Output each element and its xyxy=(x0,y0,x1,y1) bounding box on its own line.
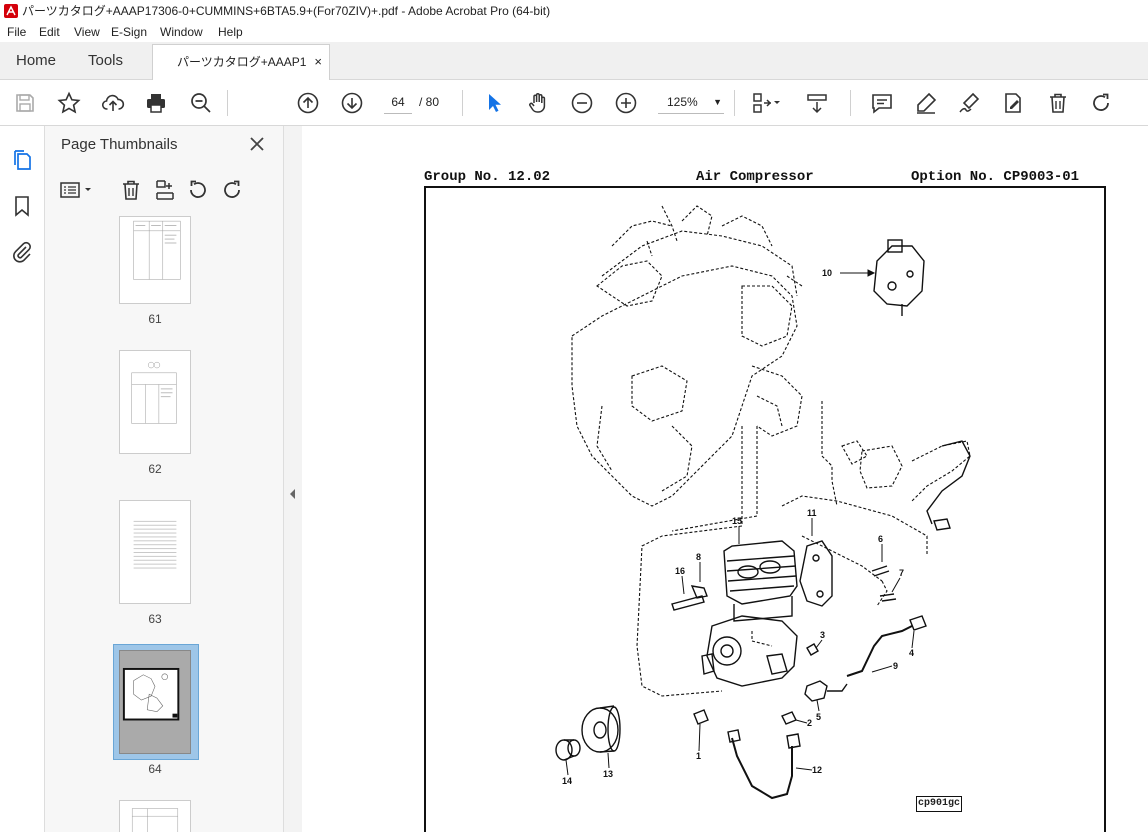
attachment-icon[interactable] xyxy=(10,240,34,264)
callout-3: 3 xyxy=(820,630,825,640)
callout-14: 14 xyxy=(562,776,572,786)
callout-12: 12 xyxy=(812,765,822,775)
callout-7: 7 xyxy=(899,568,904,578)
page-count: / 80 xyxy=(419,95,440,109)
window-title: パーツカタログ+AAAP17306-0+CUMMINS+6BTA5.9+(For… xyxy=(22,4,551,18)
thumbnail-page-62[interactable] xyxy=(119,350,191,454)
close-icon[interactable] xyxy=(249,136,265,152)
tab-home[interactable]: Home xyxy=(16,42,56,80)
menu-edit[interactable]: Edit xyxy=(39,22,60,42)
zoom-select[interactable]: 125% ▼ xyxy=(658,91,724,114)
acrobat-icon xyxy=(4,4,18,18)
zoom-value: 125% xyxy=(667,95,698,109)
page-down-icon[interactable] xyxy=(340,91,364,115)
thumbnail-list[interactable]: 61 62 63 64 xyxy=(45,216,263,832)
chevron-down-icon: ▼ xyxy=(713,97,722,107)
thumbnails-panel: Page Thumbnails 61 62 63 64 xyxy=(45,126,321,832)
callout-1: 1 xyxy=(696,751,701,761)
page-fit-icon[interactable] xyxy=(750,91,774,115)
callout-15: 15 xyxy=(732,516,742,526)
title-bar: パーツカタログ+AAAP17306-0+CUMMINS+6BTA5.9+(For… xyxy=(0,0,1148,22)
delete-page-icon[interactable] xyxy=(119,178,143,202)
chevron-left-icon xyxy=(290,489,295,499)
menu-file[interactable]: File xyxy=(7,22,26,42)
callout-8: 8 xyxy=(696,552,701,562)
callout-4: 4 xyxy=(909,648,914,658)
comment-icon[interactable] xyxy=(870,91,894,115)
rotate-icon[interactable] xyxy=(1089,91,1113,115)
thumbnail-page-65[interactable] xyxy=(119,800,191,832)
tab-close-icon[interactable]: × xyxy=(314,45,322,79)
rotate-right-icon[interactable] xyxy=(220,178,244,202)
figure-code: cp901gc xyxy=(916,796,962,812)
menu-esign[interactable]: E-Sign xyxy=(111,22,147,42)
callout-6: 6 xyxy=(878,534,883,544)
thumbnail-page-61[interactable] xyxy=(119,216,191,304)
save-icon[interactable] xyxy=(13,91,37,115)
thumbnail-label: 63 xyxy=(148,612,162,626)
callout-10: 10 xyxy=(822,268,832,278)
zoom-out-icon[interactable] xyxy=(570,91,594,115)
sign-icon[interactable] xyxy=(957,91,981,115)
callout-5: 5 xyxy=(816,712,821,722)
panel-collapse-handle[interactable] xyxy=(284,126,302,832)
zoom-search-icon[interactable] xyxy=(189,91,213,115)
upload-icon[interactable] xyxy=(101,91,125,115)
tab-tools[interactable]: Tools xyxy=(88,42,123,80)
callout-2: 2 xyxy=(807,718,812,728)
chevron-down-icon[interactable] xyxy=(772,91,782,115)
thumbnail-page-64[interactable] xyxy=(119,650,191,754)
delete-icon[interactable] xyxy=(1046,91,1070,115)
document-viewport[interactable]: Group No. 12.02 Air Compressor Option No… xyxy=(302,126,1148,832)
exploded-parts-drawing: 10 15 11 6 7 8 16 3 4 9 2 5 1 12 13 14 xyxy=(555,205,971,800)
callout-9: 9 xyxy=(893,661,898,671)
highlight-pen-icon[interactable] xyxy=(914,91,938,115)
pdf-page: Group No. 12.02 Air Compressor Option No… xyxy=(302,126,1148,832)
zoom-in-icon[interactable] xyxy=(614,91,638,115)
tab-document[interactable]: パーツカタログ+AAAP1... × xyxy=(152,44,330,80)
scroll-mode-icon[interactable] xyxy=(805,91,829,115)
panel-title: Page Thumbnails xyxy=(61,136,178,153)
main-toolbar: 64 / 80 125% ▼ xyxy=(0,80,1148,126)
rotate-left-icon[interactable] xyxy=(186,178,210,202)
menu-view[interactable]: View xyxy=(74,22,100,42)
star-icon[interactable] xyxy=(57,91,81,115)
tab-bar: Home Tools パーツカタログ+AAAP1... × xyxy=(0,42,1148,80)
menu-help[interactable]: Help xyxy=(218,22,243,42)
tab-document-label: パーツカタログ+AAAP1... xyxy=(177,55,307,69)
thumbnail-options-icon[interactable] xyxy=(59,178,95,202)
menu-bar: File Edit View E-Sign Window Help xyxy=(0,22,1148,42)
thumbnail-label: 62 xyxy=(148,462,162,476)
page-number-input[interactable]: 64 xyxy=(384,91,412,114)
callout-16: 16 xyxy=(675,566,685,576)
bookmark-icon[interactable] xyxy=(10,194,34,218)
callout-11: 11 xyxy=(807,508,817,518)
left-rail xyxy=(0,126,45,832)
hand-tool-icon[interactable] xyxy=(526,91,550,115)
print-icon[interactable] xyxy=(144,91,168,115)
insert-page-icon[interactable] xyxy=(153,178,177,202)
callout-13: 13 xyxy=(603,769,613,779)
panel-toolbar xyxy=(45,174,284,212)
thumbnail-label: 61 xyxy=(148,312,162,326)
thumbnail-label: 64 xyxy=(148,762,162,776)
pages-icon[interactable] xyxy=(10,148,34,172)
select-cursor-icon[interactable] xyxy=(482,91,506,115)
edit-pdf-icon[interactable] xyxy=(1001,91,1025,115)
page-up-icon[interactable] xyxy=(296,91,320,115)
thumbnail-page-63[interactable] xyxy=(119,500,191,604)
menu-window[interactable]: Window xyxy=(160,22,203,42)
